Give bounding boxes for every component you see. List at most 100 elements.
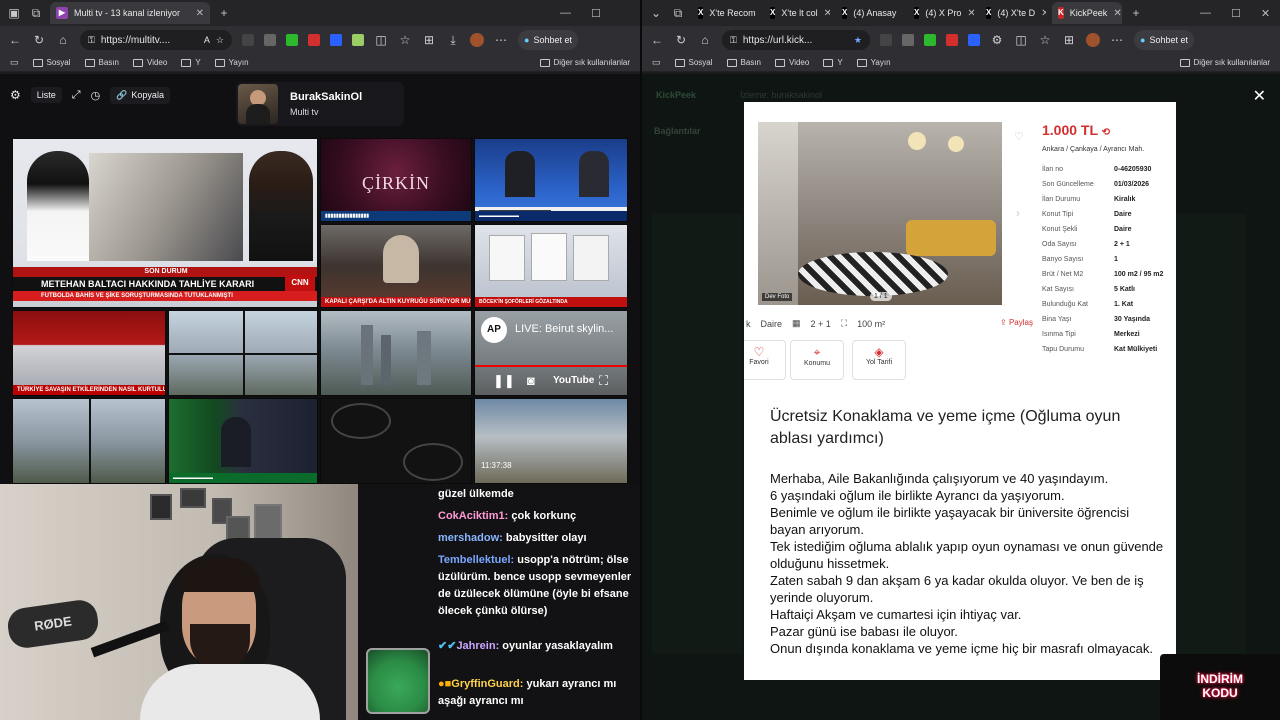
copilot-chat-button[interactable]: ● Sohbet et xyxy=(1134,30,1194,50)
stream-tile-show[interactable]: ÇİRKİN ▮▮▮▮▮▮▮▮▮▮▮▮▮▮▮▮ xyxy=(320,138,472,222)
tab-kickpeek[interactable]: K KickPeek ✕ xyxy=(1052,2,1122,24)
favorite-action-button[interactable]: ♡ Favori xyxy=(744,340,786,380)
chat-username[interactable]: CokAciktim1: xyxy=(438,510,508,522)
tab-x-2[interactable]: X X'te lt col ✕ xyxy=(764,2,830,24)
other-bookmarks[interactable]: Diğer sık kullanılanlar xyxy=(539,58,630,67)
bookmark-folder[interactable]: Video xyxy=(133,58,167,67)
close-window-icon[interactable]: ✕ xyxy=(1261,7,1270,20)
bookmark-folder[interactable]: Video xyxy=(775,58,809,67)
address-bar[interactable]: ⚿ https://url.kick... ★ xyxy=(722,30,870,50)
extension-2-icon[interactable] xyxy=(264,34,276,46)
stream-tile-radar[interactable] xyxy=(320,398,472,484)
fullscreen-icon[interactable]: ⤢ xyxy=(72,89,81,102)
extension-2-icon[interactable] xyxy=(902,34,914,46)
more-menu-icon[interactable]: ⋯ xyxy=(1110,33,1124,47)
extension-6-icon[interactable] xyxy=(352,34,364,46)
yt-progress-bar[interactable] xyxy=(475,365,627,367)
stream-tile-tv-studio[interactable]: ▬▬▬▬▬▬▬▬ xyxy=(168,398,318,484)
stream-tile-skyline-multi[interactable] xyxy=(168,310,318,396)
youtube-logo[interactable]: YouTube xyxy=(553,375,594,386)
tab-x-5[interactable]: X (4) X'te D ✕ xyxy=(980,2,1046,24)
camera-icon[interactable]: ◙ xyxy=(527,373,535,388)
stream-tile-panorama[interactable] xyxy=(12,398,166,484)
settings-gear-icon[interactable]: ⚙ xyxy=(10,88,21,102)
bookmark-folder[interactable]: Sosyal xyxy=(674,58,713,67)
stream-tile-sky[interactable]: 11:37:38 xyxy=(474,398,628,484)
bookmark-folder[interactable]: Basın xyxy=(726,58,761,67)
pause-icon[interactable]: ❚❚ xyxy=(493,373,515,389)
favorite-heart-icon[interactable]: ♡ xyxy=(1014,130,1024,143)
read-aloud-icon[interactable]: A xyxy=(204,35,210,45)
stream-tile-news-war[interactable]: TÜRKİYE SAVAŞIN ETKİLERİNDEN NASIL KURTU… xyxy=(12,310,166,396)
extension-5-icon[interactable] xyxy=(330,34,342,46)
extension-4-icon[interactable] xyxy=(946,34,958,46)
favorites-icon[interactable]: ☆ xyxy=(1038,33,1052,47)
copy-link-button[interactable]: 🔗 Kopyala xyxy=(110,86,170,104)
stream-tile-studio[interactable]: ▬▬▬▬▬▬▬▬▬▬▬▬ ▬▬▬▬▬▬▬▬ xyxy=(474,138,628,222)
next-photo-icon[interactable]: › xyxy=(1016,206,1020,220)
tab-menu-icon[interactable]: ⌄ xyxy=(648,6,664,20)
bookmark-folder[interactable]: Basın xyxy=(84,58,119,67)
chat-username[interactable]: GryffinGuard: xyxy=(451,678,523,690)
extension-3-icon[interactable] xyxy=(924,34,936,46)
listing-photo[interactable]: Dev Foto 1 / 1 xyxy=(758,122,1002,305)
list-button[interactable]: Liste xyxy=(30,87,62,103)
close-tab-icon[interactable]: ✕ xyxy=(196,8,204,19)
location-action-button[interactable]: ⌖ Konumu xyxy=(790,340,844,380)
copilot-chat-button[interactable]: ● Sohbet et xyxy=(518,30,578,50)
close-modal-icon[interactable]: ✕ xyxy=(1253,86,1266,106)
tab-x-3[interactable]: X(4) Anasay✕ xyxy=(836,2,902,24)
bookmark-folder[interactable]: Y xyxy=(823,58,843,67)
refresh-icon[interactable]: ↻ xyxy=(32,33,46,47)
share-button[interactable]: ⇪ Paylaş xyxy=(1000,318,1033,327)
extension-3-icon[interactable] xyxy=(286,34,298,46)
close-tab-icon[interactable]: ✕ xyxy=(1041,8,1046,19)
timer-icon[interactable]: ◷ xyxy=(91,89,101,102)
favorite-star-icon[interactable]: ☆ xyxy=(216,35,224,46)
collections-icon[interactable]: ⊞ xyxy=(1062,33,1076,47)
extensions-icon[interactable]: ⚙ xyxy=(990,33,1004,47)
stream-tile-street[interactable]: KAPALI ÇARŞI'DA ALTIN KUYRUĞU SÜRÜYOR MU… xyxy=(320,224,472,308)
stream-tile-city[interactable] xyxy=(320,310,472,396)
extension-1-icon[interactable] xyxy=(242,34,254,46)
chat-username[interactable]: mershadow: xyxy=(438,532,503,544)
chat-username[interactable]: Tembellektuel: xyxy=(438,554,514,566)
stream-tile-news-main[interactable]: SON DURUM METEHAN BALTACI HAKKINDA TAHLİ… xyxy=(12,138,318,308)
maximize-icon[interactable]: ☐ xyxy=(591,7,601,20)
maximize-icon[interactable]: ☐ xyxy=(1231,7,1241,20)
extension-1-icon[interactable] xyxy=(880,34,892,46)
refresh-icon[interactable]: ↻ xyxy=(674,33,688,47)
extension-4-icon[interactable] xyxy=(308,34,320,46)
profile-avatar[interactable] xyxy=(1086,33,1100,47)
new-tab-icon[interactable]: + xyxy=(216,6,232,20)
home-icon[interactable]: ⌂ xyxy=(56,33,70,47)
tab-multitv[interactable]: ▶ Multi tv - 13 kanal izleniyor ✕ xyxy=(50,2,210,24)
address-bar[interactable]: ⚿ https://multitv.... A ☆ xyxy=(80,30,232,50)
minimize-icon[interactable]: — xyxy=(560,7,571,19)
site-info-icon[interactable]: ⚿ xyxy=(88,35,95,46)
close-tab-icon[interactable]: ✕ xyxy=(824,8,830,19)
tab-x-4[interactable]: X (4) X Pro ✕ xyxy=(908,2,974,24)
downloads-icon[interactable]: ⤓ xyxy=(446,33,460,48)
bookmark-folder[interactable]: Yayın xyxy=(214,58,249,67)
favorite-star-filled-icon[interactable]: ★ xyxy=(854,35,862,46)
collections-icon[interactable]: ⊞ xyxy=(422,33,436,47)
profile-avatar[interactable] xyxy=(470,33,484,47)
more-menu-icon[interactable]: ⋯ xyxy=(494,33,508,47)
split-screen-icon[interactable]: ◫ xyxy=(1014,33,1028,47)
workspaces-icon[interactable]: ▣ xyxy=(6,6,22,20)
close-tab-icon[interactable]: ✕ xyxy=(967,8,974,19)
extension-5-icon[interactable] xyxy=(968,34,980,46)
channel-card[interactable]: BurakSakinOl Multi tv xyxy=(236,82,404,126)
minimize-icon[interactable]: — xyxy=(1200,7,1211,19)
tab-x-1[interactable]: XX'te Recom✕ xyxy=(692,2,758,24)
back-icon[interactable]: ← xyxy=(8,33,22,47)
split-screen-icon[interactable]: ◫ xyxy=(374,33,388,47)
back-icon[interactable]: ← xyxy=(650,33,664,47)
bookmark-folder[interactable]: Sosyal xyxy=(32,58,71,67)
other-bookmarks[interactable]: Diğer sık kullanılanlar xyxy=(1179,58,1270,67)
site-info-icon[interactable]: ⚿ xyxy=(730,35,737,46)
bookmark-folder[interactable]: Yayın xyxy=(856,58,891,67)
tab-actions-icon[interactable]: ⧉ xyxy=(670,6,686,21)
directions-action-button[interactable]: ◈ Yol Tarifi xyxy=(852,340,906,380)
